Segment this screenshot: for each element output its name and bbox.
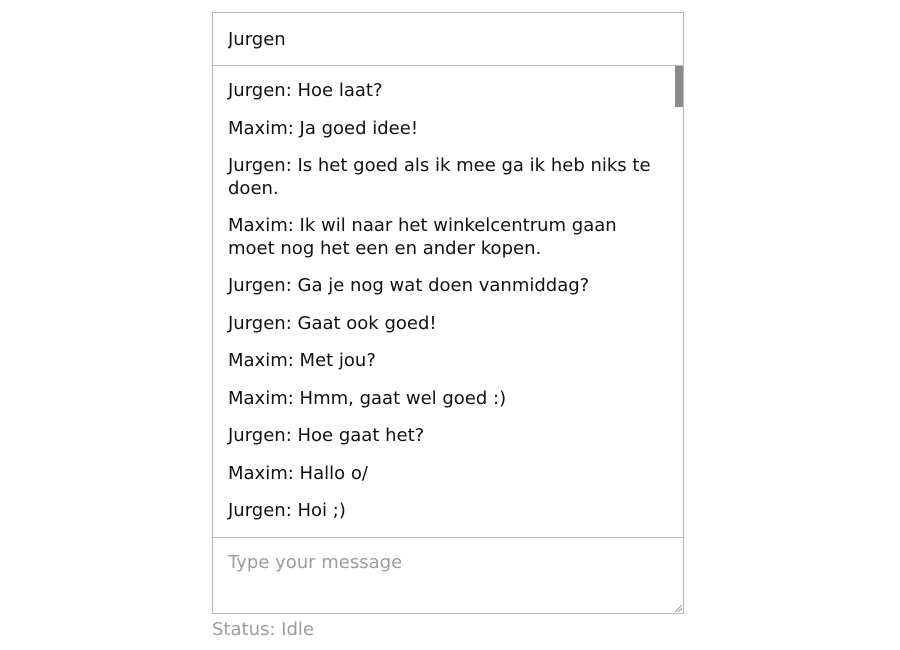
chat-container: Jurgen: Hoe laat? Maxim: Ja goed idee! J… [212,12,684,640]
status-text: Status: Idle [212,619,314,640]
messages-scrollbar[interactable] [675,66,683,537]
chat-message: Maxim: Hallo o/ [228,462,368,484]
chat-message: Maxim: Ik wil naar het winkelcentrum gaa… [228,215,617,259]
chat-message: Maxim: Hmm, gaat wel goed :) [228,387,507,409]
name-input[interactable] [212,12,684,66]
chat-message: Maxim: Ja goed idee! [228,117,419,139]
message-input-wrap [212,537,684,614]
chat-message: Jurgen: Is het goed als ik mee ga ik heb… [228,155,651,199]
chat-message: Jurgen: Hoi ;) [228,500,346,521]
messages-list: Jurgen: Hoe laat? Maxim: Ja goed idee! J… [213,66,683,523]
chat-message: Jurgen: Hoe laat? [228,80,383,101]
chat-message: Jurgen: Hoe gaat het? [228,425,425,446]
chat-message: Jurgen: Ga je nog wat doen vanmiddag? [228,275,590,296]
chat-message: Maxim: Met jou? [228,350,376,371]
scrollbar-thumb[interactable] [675,66,683,107]
chat-messages[interactable]: Jurgen: Hoe laat? Maxim: Ja goed idee! J… [212,66,684,537]
resize-grip-icon[interactable] [674,604,682,612]
chat-message: Jurgen: Gaat ook goed! [228,312,437,334]
message-input[interactable] [212,537,684,614]
